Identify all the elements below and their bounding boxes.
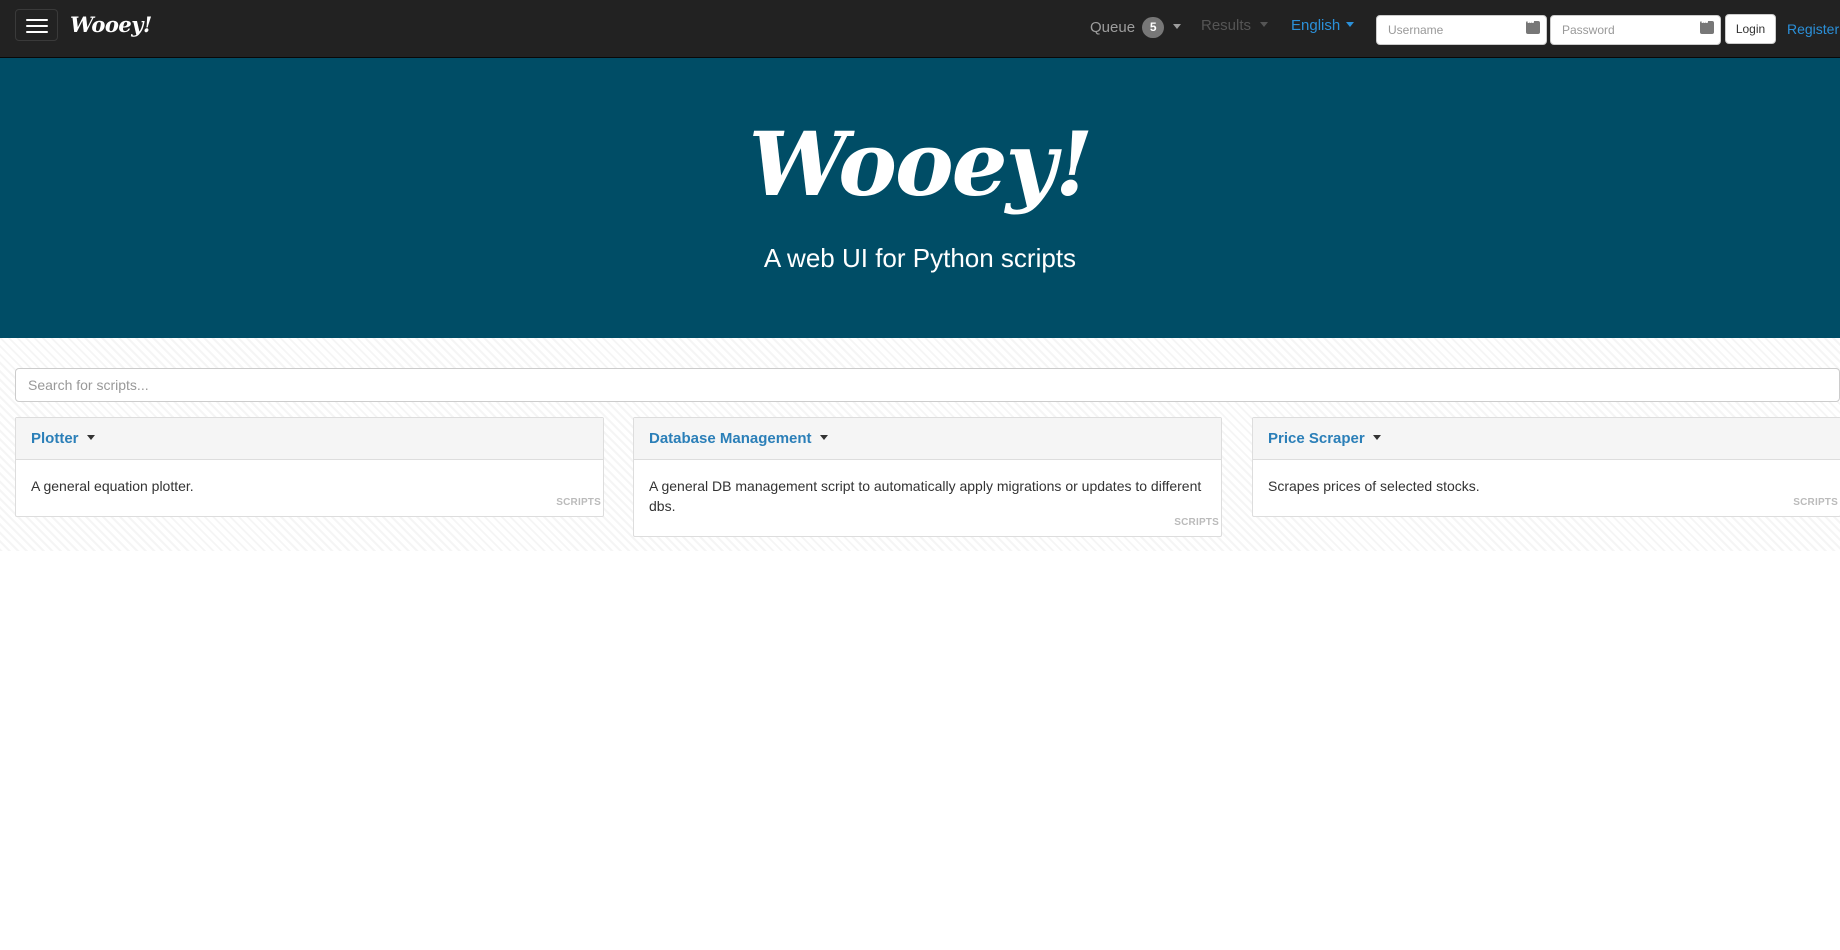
script-title-dropdown[interactable]: Database Management	[649, 430, 828, 447]
script-card: Plotter A general equation plotter. SCRI…	[15, 417, 604, 517]
login-button[interactable]: Login	[1725, 14, 1776, 44]
caret-down-icon	[86, 435, 95, 440]
hero-subtitle: A web UI for Python scripts	[763, 243, 1077, 273]
hero-title: Wooey!	[748, 112, 1094, 216]
script-title: Plotter	[31, 430, 79, 447]
script-card-header: Database Management	[634, 418, 1221, 460]
script-title-dropdown[interactable]: Price Scraper	[1268, 430, 1381, 447]
script-tag: SCRIPTS	[1793, 497, 1838, 508]
caret-down-icon	[1346, 22, 1355, 27]
script-title: Price Scraper	[1268, 430, 1365, 447]
script-card-header: Plotter	[16, 418, 603, 460]
hamburger-icon-bar	[26, 25, 48, 27]
queue-menu[interactable]: Queue 5	[1090, 17, 1182, 38]
hamburger-icon-bar	[26, 31, 48, 33]
results-menu[interactable]: Results	[1201, 17, 1269, 34]
script-card-body: A general equation plotter. SCRIPTS	[16, 460, 603, 516]
script-card: Price Scraper Scrapes prices of selected…	[1252, 417, 1840, 517]
script-tag: SCRIPTS	[1174, 517, 1219, 528]
menu-toggle-button[interactable]	[15, 9, 58, 41]
script-description: Scrapes prices of selected stocks.	[1268, 478, 1480, 494]
search-input[interactable]	[15, 368, 1840, 402]
brand-logo[interactable]: Wooey!	[70, 12, 152, 37]
script-card-body: A general DB management script to automa…	[634, 460, 1221, 536]
script-title: Database Management	[649, 430, 812, 447]
caret-down-icon	[1173, 24, 1182, 29]
scripts-section: Plotter A general equation plotter. SCRI…	[0, 338, 1840, 551]
script-title-dropdown[interactable]: Plotter	[31, 430, 95, 447]
queue-count-badge: 5	[1142, 17, 1165, 38]
caret-down-icon	[1260, 22, 1269, 27]
script-card: Database Management A general DB managem…	[633, 417, 1222, 537]
password-manager-icon[interactable]	[1526, 17, 1540, 34]
username-input[interactable]	[1376, 15, 1547, 45]
top-navbar: Wooey! Queue 5 Results English Login Reg…	[0, 0, 1840, 58]
script-description: A general equation plotter.	[31, 478, 194, 494]
language-label: English	[1291, 17, 1341, 34]
caret-down-icon	[819, 435, 828, 440]
script-card-body: Scrapes prices of selected stocks. SCRIP…	[1253, 460, 1840, 516]
caret-down-icon	[1372, 435, 1381, 440]
hamburger-icon	[26, 19, 48, 21]
script-description: A general DB management script to automa…	[649, 478, 1202, 514]
script-card-header: Price Scraper	[1253, 418, 1840, 460]
password-manager-icon[interactable]	[1700, 17, 1714, 34]
results-label: Results	[1201, 17, 1252, 34]
language-menu[interactable]: English	[1291, 17, 1355, 34]
script-tag: SCRIPTS	[556, 497, 601, 508]
register-link[interactable]: Register	[1787, 21, 1839, 37]
queue-label: Queue	[1090, 19, 1136, 36]
password-input[interactable]	[1550, 15, 1721, 45]
hero-banner: Wooey! A web UI for Python scripts	[0, 58, 1840, 338]
